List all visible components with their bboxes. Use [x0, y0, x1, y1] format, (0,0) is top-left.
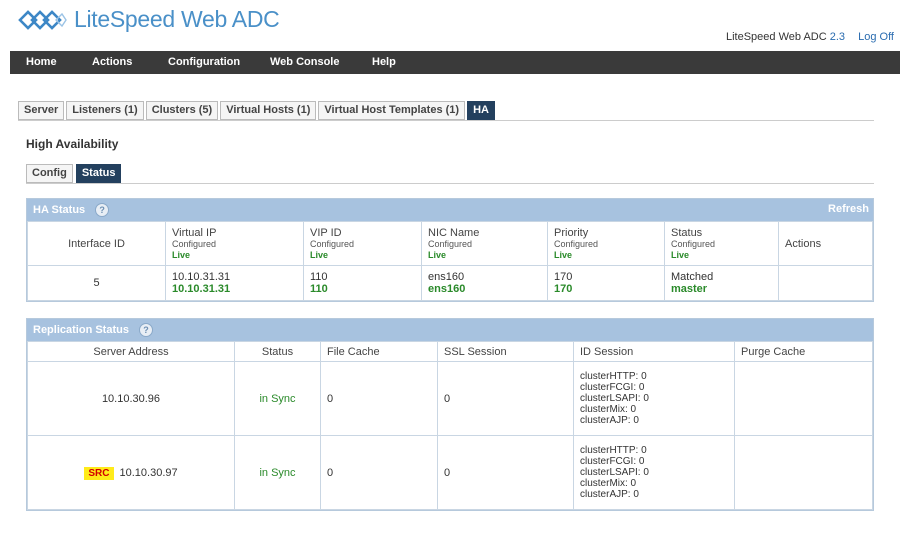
tab-virtual-hosts[interactable]: Virtual Hosts (1)	[220, 101, 317, 120]
ha-status-header: HA Status ? Refresh	[27, 199, 873, 221]
cell-ssl-session: 0	[437, 361, 574, 436]
col-purge-cache: Purge Cache	[734, 341, 873, 362]
col-ssl-session: SSL Session	[437, 341, 574, 362]
cell-status: in Sync	[234, 361, 321, 436]
server-address: 10.10.30.96	[101, 392, 161, 405]
nav-configuration[interactable]: Configuration	[168, 56, 240, 68]
col-status: Status Configured Live	[664, 221, 779, 266]
cell-server-address: 10.10.30.96	[27, 361, 235, 436]
cell-id-session: clusterHTTP: 0 clusterFCGI: 0 clusterLSA…	[573, 361, 735, 436]
nav-help[interactable]: Help	[372, 56, 396, 68]
cell-virtual-ip: 10.10.31.31 10.10.31.31	[165, 265, 304, 301]
help-icon[interactable]: ?	[138, 323, 153, 337]
nav-actions[interactable]: Actions	[92, 56, 132, 68]
ha-status-table: Interface ID Virtual IP Configured Live …	[27, 221, 873, 301]
tab-clusters[interactable]: Clusters (5)	[145, 101, 219, 120]
cell-id-session: clusterHTTP: 0 clusterFCGI: 0 clusterLSA…	[573, 435, 735, 510]
cell-actions	[778, 265, 873, 301]
replication-status-panel: Replication Status ? Server Address Stat…	[26, 318, 874, 511]
col-status: Status	[234, 341, 321, 362]
ha-status-title: HA Status	[33, 204, 86, 216]
src-badge: SRC	[84, 466, 114, 480]
refresh-link[interactable]: Refresh	[828, 203, 869, 215]
ha-status-panel: HA Status ? Refresh Interface ID Virtual…	[26, 198, 874, 302]
tab-server[interactable]: Server	[18, 101, 65, 120]
tab-ha[interactable]: HA	[467, 101, 495, 120]
col-priority: Priority Configured Live	[547, 221, 665, 266]
version-number: 2.3	[829, 31, 846, 43]
cell-priority: 170 170	[547, 265, 665, 301]
nav-web-console[interactable]: Web Console	[270, 56, 339, 68]
cell-ssl-session: 0	[437, 435, 574, 510]
col-vip-id: VIP ID Configured Live	[303, 221, 422, 266]
nav-home[interactable]: Home	[26, 56, 57, 68]
config-tabs: Server Listeners (1) Clusters (5) Virtua…	[18, 101, 495, 120]
col-interface-id: Interface ID	[27, 221, 166, 266]
col-actions: Actions	[778, 221, 873, 266]
col-virtual-ip: Virtual IP Configured Live	[165, 221, 304, 266]
col-nic-name: NIC Name Configured Live	[421, 221, 548, 266]
cell-file-cache: 0	[320, 361, 438, 436]
page-title: High Availability	[26, 137, 119, 151]
cell-purge-cache	[734, 435, 873, 510]
col-server-address: Server Address	[27, 341, 235, 362]
tab-listeners[interactable]: Listeners (1)	[66, 101, 144, 120]
product-name: LiteSpeed Web ADC	[725, 31, 827, 43]
cell-nic-name: ens160 ens160	[421, 265, 548, 301]
help-icon[interactable]: ?	[95, 203, 110, 217]
table-row: SRC 10.10.30.97 in Sync 0 0 clusterHTTP: …	[27, 435, 873, 510]
logoff-link[interactable]: Log Off	[858, 31, 894, 43]
cell-purge-cache	[734, 361, 873, 436]
cell-server-address: SRC 10.10.30.97	[27, 435, 235, 510]
logo-text: LiteSpeed Web ADC	[74, 6, 280, 32]
table-header-row: Server Address Status File Cache SSL Ses…	[27, 341, 873, 362]
version-area: LiteSpeed Web ADC 2.3 Log Off	[726, 31, 894, 43]
server-address: 10.10.30.97	[119, 466, 178, 479]
header: LiteSpeed Web ADC LiteSpeed Web ADC 2.3 …	[0, 0, 900, 48]
cell-status: Matched master	[664, 265, 779, 301]
logo[interactable]: LiteSpeed Web ADC	[18, 6, 280, 33]
table-row: 10.10.30.96 in Sync 0 0 clusterHTTP: 0 c…	[27, 361, 873, 436]
main-navbar: Home Actions Configuration Web Console H…	[10, 51, 900, 74]
table-row: 5 10.10.31.31 10.10.31.31 110 110 ens160…	[27, 265, 873, 301]
replication-status-header: Replication Status ?	[27, 319, 873, 341]
tabs-divider	[18, 120, 874, 121]
litespeed-logo-icon	[18, 9, 67, 30]
subtab-config[interactable]: Config	[26, 164, 73, 183]
col-id-session: ID Session	[573, 341, 735, 362]
cell-status: in Sync	[234, 435, 321, 510]
tab-virtual-host-templates[interactable]: Virtual Host Templates (1)	[318, 101, 466, 120]
cell-vip-id: 110 110	[303, 265, 422, 301]
subtab-status[interactable]: Status	[75, 164, 122, 183]
table-header-row: Interface ID Virtual IP Configured Live …	[27, 221, 873, 266]
subtabs-divider	[26, 183, 874, 184]
col-file-cache: File Cache	[320, 341, 438, 362]
replication-status-table: Server Address Status File Cache SSL Ses…	[27, 341, 873, 510]
ha-subtabs: Config Status	[26, 164, 122, 183]
cell-file-cache: 0	[320, 435, 438, 510]
replication-status-title: Replication Status	[33, 324, 129, 336]
cell-interface-id: 5	[27, 265, 166, 301]
